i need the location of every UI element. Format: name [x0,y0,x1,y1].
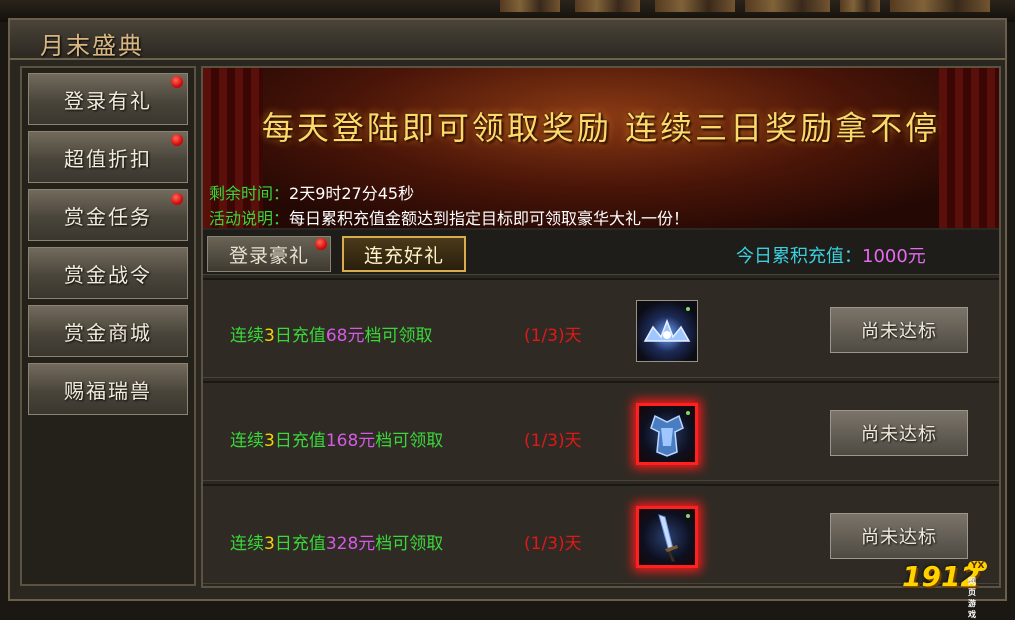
claim-button-label: 尚未达标 [861,424,937,445]
sidebar-item-battle-pass[interactable]: 赏金战令 [28,247,188,299]
sidebar-item-label: 赏金战令 [64,262,152,287]
sidebar-item-label: 赏金任务 [64,204,152,229]
reward-condition: 连续3日充值328元档可领取 [230,534,444,554]
claim-button-label: 尚未达标 [861,321,937,342]
daily-total-value: 1000元 [862,246,926,267]
daily-total: 今日累积充值：1000元 [736,242,926,268]
sword-item-icon[interactable] [636,506,698,568]
sidebar-item-bounty-shop[interactable]: 赏金商城 [28,305,188,357]
notification-dot [171,134,183,146]
reward-progress: (1/3)天 [524,431,582,451]
event-banner: 每天登陆即可领取奖励 连续三日奖励拿不停 [203,68,999,228]
reward-progress: (1/3)天 [524,534,582,554]
event-description: 活动说明：每日累积充值金额达到指定目标即可领取豪华大礼一份！ [209,205,689,229]
reward-condition: 连续3日充值168元档可领取 [230,431,444,451]
sidebar-item-label: 赏金商城 [64,320,152,345]
daily-total-label: 今日累积充值： [736,246,862,267]
claim-button[interactable]: 尚未达标 [830,513,968,559]
tab-label: 连充好礼 [363,244,444,267]
event-description-label: 活动说明： [209,209,290,228]
remaining-time-label: 剩余时间： [209,184,290,203]
sidebar-item-bounty-task[interactable]: 赏金任务 [28,189,188,241]
claim-button[interactable]: 尚未达标 [830,307,968,353]
sidebar-item-label: 登录有礼 [64,88,152,113]
window-title: 月末盛典 [40,32,144,60]
remaining-time-value: 2天9时27分45秒 [289,184,415,203]
claim-button-label: 尚未达标 [861,527,937,548]
window-titlebar [10,20,1005,60]
reward-progress: (1/3)天 [524,326,582,346]
sidebar-item-login-gift[interactable]: 登录有礼 [28,73,188,125]
notification-dot [315,238,327,250]
sidebar-item-blessed-beast[interactable]: 赐福瑞兽 [28,363,188,415]
claim-button[interactable]: 尚未达标 [830,410,968,456]
reward-condition: 连续3日充值68元档可领取 [230,326,433,346]
remaining-time: 剩余时间：2天9时27分45秒 [209,180,414,204]
site-watermark-logo: 1912 YX 网页游戏 [902,560,988,619]
banner-headline: 每天登陆即可领取奖励 连续三日奖励拿不停 [261,109,941,147]
event-description-value: 每日累积充值金额达到指定目标即可领取豪华大礼一份！ [289,209,690,228]
armor-item-icon[interactable] [636,403,698,465]
sidebar-item-label: 超值折扣 [64,146,152,171]
crown-item-icon[interactable] [636,300,698,362]
sidebar-item-discount[interactable]: 超值折扣 [28,131,188,183]
tab-login-gift[interactable]: 登录豪礼 [207,236,331,272]
notification-dot [171,76,183,88]
sidebar-item-label: 赐福瑞兽 [64,378,152,403]
tab-recharge-gift[interactable]: 连充好礼 [342,236,466,272]
tab-label: 登录豪礼 [228,244,309,267]
notification-dot [171,193,183,205]
